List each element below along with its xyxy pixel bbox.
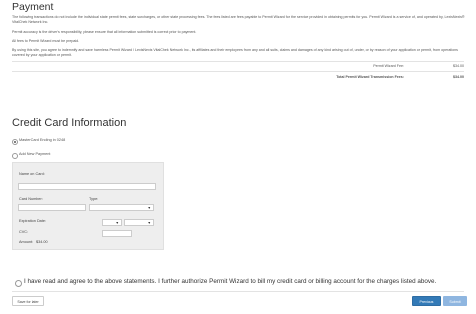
chevron-down-icon: ▼	[147, 206, 151, 210]
save-for-later-button[interactable]: Save for later	[12, 296, 44, 306]
submit-button[interactable]: Submit	[443, 296, 467, 306]
agreement-label: I have read and agree to the above state…	[24, 278, 437, 285]
chevron-down-icon: ▼	[115, 221, 119, 225]
agree-radio[interactable]	[15, 280, 22, 287]
card-number-input[interactable]	[18, 204, 86, 211]
new-payment-form: Name on Card: Card Number: Type: ▼ Expir…	[12, 162, 164, 250]
cvc-input[interactable]	[102, 230, 132, 237]
cvc-label: CVC:	[19, 230, 29, 234]
expiration-month-select[interactable]: ▼	[102, 219, 122, 226]
amount-label: Amount:	[19, 240, 34, 244]
divider	[12, 71, 464, 72]
fees-disclaimer-text: The following transactions do not includ…	[12, 15, 465, 24]
amount-value: $34.00	[36, 240, 48, 244]
indemnify-notice-text: By using this site, you agree to indemni…	[12, 48, 458, 57]
name-on-card-input[interactable]	[18, 183, 156, 190]
permit-fee-value: $34.00	[453, 64, 464, 68]
saved-card-label: MasterCard Ending in 0248	[19, 138, 66, 142]
card-type-select[interactable]: ▼	[89, 204, 154, 211]
card-number-label: Card Number:	[19, 197, 43, 201]
chevron-down-icon: ▼	[147, 221, 151, 225]
expiration-year-select[interactable]: ▼	[124, 219, 154, 226]
saved-card-radio[interactable]	[12, 139, 18, 145]
permit-fee-label: Permit Wizard Fee:	[373, 64, 404, 68]
total-fee-label: Total Permit Wizard Transmission Fees:	[336, 75, 404, 79]
accuracy-notice-text: Permit accuracy is the driver's responsi…	[12, 30, 197, 34]
previous-button[interactable]: Previous	[412, 296, 441, 306]
new-payment-radio[interactable]	[12, 153, 18, 159]
name-on-card-label: Name on Card:	[19, 172, 45, 176]
expiration-date-label: Expiration Date:	[19, 219, 47, 223]
card-type-label: Type:	[89, 197, 99, 201]
total-fee-value: $34.00	[453, 75, 464, 79]
new-payment-label: Add New Payment	[19, 152, 51, 156]
credit-card-section-title: Credit Card Information	[12, 117, 127, 129]
divider	[12, 291, 464, 292]
page-title: Payment	[12, 1, 54, 13]
prepaid-notice-text: All fees to Permit Wizard must be prepai…	[12, 39, 80, 43]
divider	[12, 61, 464, 62]
